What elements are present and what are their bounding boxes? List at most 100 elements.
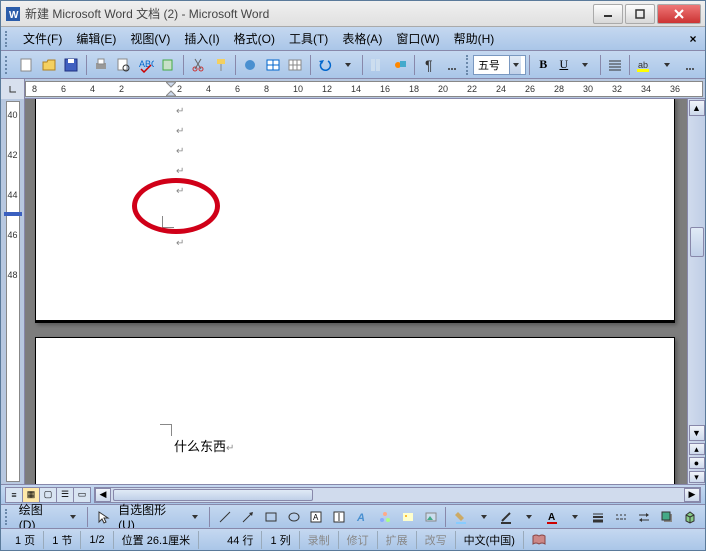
- scroll-left-button[interactable]: ◀: [95, 488, 111, 502]
- status-revision[interactable]: 修订: [339, 531, 378, 549]
- menu-view[interactable]: 视图(V): [124, 28, 176, 49]
- ruler-tick: 4: [90, 84, 95, 94]
- new-button[interactable]: [16, 54, 37, 76]
- insert-picture-button[interactable]: [420, 506, 441, 528]
- toolbar-divider[interactable]: [466, 55, 470, 75]
- status-overwrite[interactable]: 改写: [417, 531, 456, 549]
- scroll-down-button[interactable]: ▼: [689, 425, 705, 441]
- indent-marker[interactable]: [166, 82, 176, 96]
- underline-dropdown[interactable]: [575, 54, 596, 76]
- menu-table[interactable]: 表格(A): [336, 28, 388, 49]
- save-button[interactable]: [61, 54, 82, 76]
- select-objects-button[interactable]: [92, 506, 113, 528]
- doc-close-button[interactable]: ×: [685, 31, 701, 47]
- autoshapes-dropdown[interactable]: [185, 506, 206, 528]
- body-text[interactable]: 什么东西: [174, 436, 234, 455]
- menu-format[interactable]: 格式(O): [228, 28, 281, 49]
- line-color-dropdown[interactable]: [519, 506, 540, 528]
- browse-object-button[interactable]: ●: [689, 457, 705, 469]
- print-preview-button[interactable]: [113, 54, 134, 76]
- print-button[interactable]: [90, 54, 111, 76]
- wordart-button[interactable]: A: [352, 506, 373, 528]
- menu-edit[interactable]: 编辑(E): [70, 28, 122, 49]
- 3d-button[interactable]: [679, 506, 700, 528]
- tab-selector[interactable]: [1, 79, 25, 99]
- font-size-select[interactable]: 五号: [473, 55, 526, 75]
- font-color-dropdown[interactable]: [565, 506, 586, 528]
- rectangle-button[interactable]: [260, 506, 281, 528]
- undo-dropdown[interactable]: [337, 54, 358, 76]
- shadow-button[interactable]: [656, 506, 677, 528]
- align-justify-button[interactable]: [605, 54, 626, 76]
- research-button[interactable]: [158, 54, 179, 76]
- menu-help[interactable]: 帮助(H): [448, 28, 501, 49]
- show-formatting-button[interactable]: ¶: [419, 54, 440, 76]
- split-marker[interactable]: [4, 212, 22, 216]
- vertical-ruler[interactable]: 4042444648: [1, 99, 25, 484]
- view-scroll-strip: ≡ ▦ ▢ ☰ ▭ ◀ ▶: [1, 484, 705, 504]
- prev-page-button[interactable]: ▴: [689, 443, 705, 455]
- oval-button[interactable]: [283, 506, 304, 528]
- open-button[interactable]: [38, 54, 59, 76]
- underline-button[interactable]: U: [554, 54, 575, 76]
- drawbar-grip[interactable]: [5, 509, 11, 525]
- status-record[interactable]: 录制: [300, 531, 339, 549]
- menu-file[interactable]: 文件(F): [17, 28, 68, 49]
- status-extend[interactable]: 扩展: [378, 531, 417, 549]
- draw-dropdown[interactable]: [62, 506, 83, 528]
- horizontal-scrollbar[interactable]: ◀ ▶: [94, 487, 701, 503]
- arrow-button[interactable]: [237, 506, 258, 528]
- menu-insert[interactable]: 插入(I): [178, 28, 225, 49]
- status-language[interactable]: 中文(中国): [456, 531, 524, 549]
- clipart-button[interactable]: [398, 506, 419, 528]
- paragraph-mark: [176, 238, 184, 249]
- close-button[interactable]: [657, 4, 701, 24]
- columns-button[interactable]: [367, 54, 388, 76]
- toolbar-grip[interactable]: [5, 56, 11, 74]
- maximize-button[interactable]: [625, 4, 655, 24]
- scroll-thumb[interactable]: [690, 227, 704, 257]
- diagram-button[interactable]: [375, 506, 396, 528]
- cut-button[interactable]: [188, 54, 209, 76]
- insert-table-button[interactable]: [285, 54, 306, 76]
- ruler-tick: 14: [351, 84, 361, 94]
- svg-text:ab: ab: [638, 60, 648, 70]
- dash-style-button[interactable]: [611, 506, 632, 528]
- toolbar-options-button[interactable]: [441, 54, 462, 76]
- vertical-scrollbar[interactable]: ▲ ▼ ▴ ● ▾: [687, 99, 705, 484]
- hscroll-thumb[interactable]: [113, 489, 313, 501]
- vertical-textbox-button[interactable]: [329, 506, 350, 528]
- scroll-track[interactable]: [690, 117, 704, 424]
- next-page-button[interactable]: ▾: [689, 471, 705, 483]
- scroll-up-button[interactable]: ▲: [689, 100, 705, 116]
- toolbar-options-button-2[interactable]: [679, 54, 700, 76]
- insert-hyperlink-button[interactable]: [240, 54, 261, 76]
- paragraph-mark: [176, 106, 184, 117]
- format-painter-button[interactable]: [210, 54, 231, 76]
- menu-tools[interactable]: 工具(T): [283, 28, 334, 49]
- reading-view-button[interactable]: ▭: [73, 487, 91, 503]
- fill-dropdown[interactable]: [473, 506, 494, 528]
- line-button[interactable]: [214, 506, 235, 528]
- horizontal-ruler[interactable]: 864224681012141618202224262830323436: [25, 81, 703, 97]
- tables-borders-button[interactable]: [263, 54, 284, 76]
- menu-window[interactable]: 窗口(W): [390, 28, 445, 49]
- undo-button[interactable]: [315, 54, 336, 76]
- bold-button[interactable]: B: [533, 54, 554, 76]
- line-color-button[interactable]: [496, 506, 517, 528]
- highlight-dropdown[interactable]: [657, 54, 678, 76]
- minimize-button[interactable]: [593, 4, 623, 24]
- arrow-style-button[interactable]: [633, 506, 654, 528]
- menubar-grip[interactable]: [5, 31, 11, 47]
- line-style-button[interactable]: [588, 506, 609, 528]
- highlight-button[interactable]: ab: [634, 54, 655, 76]
- textbox-button[interactable]: A: [306, 506, 327, 528]
- status-book-icon[interactable]: [524, 531, 554, 549]
- font-color-button[interactable]: A: [542, 506, 563, 528]
- scroll-right-button[interactable]: ▶: [684, 488, 700, 502]
- document-viewport[interactable]: 什么东西: [25, 99, 687, 484]
- drawing-button[interactable]: [389, 54, 410, 76]
- fill-color-button[interactable]: [450, 506, 471, 528]
- spellcheck-button[interactable]: ABC: [136, 54, 157, 76]
- ruler-tick: 24: [496, 84, 506, 94]
